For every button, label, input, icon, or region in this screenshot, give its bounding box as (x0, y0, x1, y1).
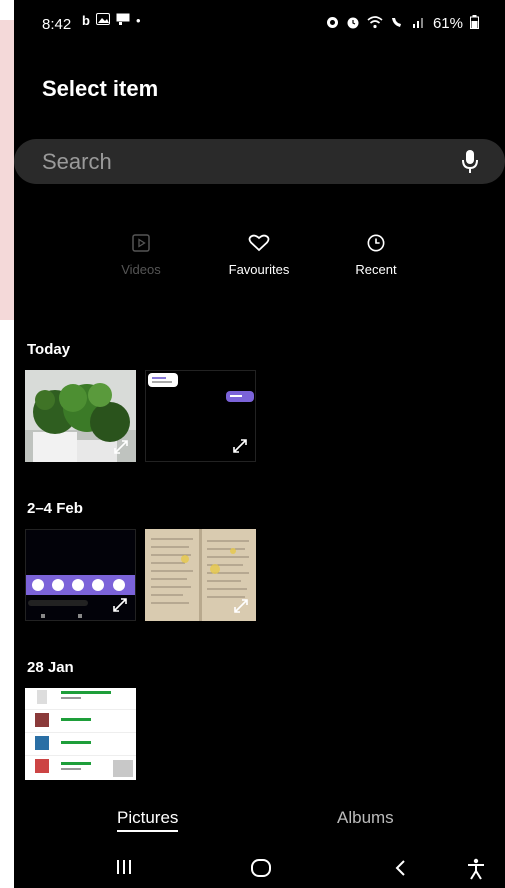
tab-pictures[interactable]: Pictures (117, 808, 179, 832)
more-notifications-dot: • (135, 13, 141, 28)
call-icon (390, 16, 405, 32)
expand-icon[interactable] (231, 596, 251, 616)
page-title: Select item (42, 76, 159, 101)
status-bar: 8:42 b • 61% (14, 0, 505, 46)
alarm-icon (346, 16, 360, 32)
filter-favourites[interactable]: Favourites (209, 226, 309, 277)
notification-icons: b • (82, 13, 141, 28)
photo-thumbnail-orders-screenshot[interactable] (25, 688, 136, 780)
photo-thumbnail-plant[interactable] (25, 370, 136, 462)
wifi-icon (367, 15, 383, 32)
bb-daily-icon: b (82, 13, 90, 28)
signal-icon (412, 16, 426, 31)
expand-icon[interactable] (111, 437, 131, 457)
section-title-jan: 28 Jan (27, 659, 74, 676)
heart-icon (248, 234, 270, 252)
gallery-picker-screen: 8:42 b • 61% Select item Search Videos F… (14, 0, 505, 888)
recent-apps-icon[interactable] (114, 858, 134, 876)
gallery-notification-icon (95, 13, 110, 28)
tab-albums[interactable]: Albums (337, 808, 394, 828)
battery-icon (470, 15, 479, 32)
expand-icon[interactable] (230, 436, 250, 456)
section-title-feb: 2–4 Feb (27, 500, 83, 517)
clock-icon (367, 234, 385, 252)
filter-videos[interactable]: Videos (91, 226, 191, 277)
background-edge (0, 0, 14, 888)
search-placeholder: Search (42, 149, 112, 174)
filter-recent-label: Recent (355, 262, 397, 277)
system-navigation-bar (14, 850, 505, 888)
tab-albums-label: Albums (337, 808, 394, 827)
battery-percentage: 61% (432, 15, 463, 32)
active-tab-indicator (117, 830, 179, 832)
tab-pictures-label: Pictures (117, 808, 179, 827)
filter-row: Videos Favourites Recent (14, 226, 505, 286)
orders-screenshot (25, 688, 136, 780)
search-bar[interactable]: Search (14, 139, 505, 184)
filter-videos-label: Videos (121, 262, 161, 277)
system-status-icons: 61% (326, 15, 479, 32)
back-icon[interactable] (393, 858, 407, 878)
message-notification-icon (116, 13, 130, 28)
accessibility-icon[interactable] (466, 858, 486, 880)
expand-icon[interactable] (110, 595, 130, 615)
photo-thumbnail-chat-toolbar[interactable] (25, 529, 136, 621)
microphone-icon[interactable] (461, 150, 479, 174)
photo-thumbnail-handwritten-notes[interactable] (145, 529, 256, 621)
sync-icon (326, 16, 339, 32)
filter-favourites-label: Favourites (228, 262, 290, 277)
bottom-tab-bar: Pictures Albums (14, 804, 505, 834)
status-time: 8:42 (42, 16, 72, 33)
home-icon[interactable] (250, 858, 272, 878)
section-title-today: Today (27, 341, 71, 358)
filter-recent[interactable]: Recent (326, 226, 426, 277)
video-icon (132, 234, 150, 252)
photo-thumbnail-chat-screenshot[interactable] (145, 370, 256, 462)
